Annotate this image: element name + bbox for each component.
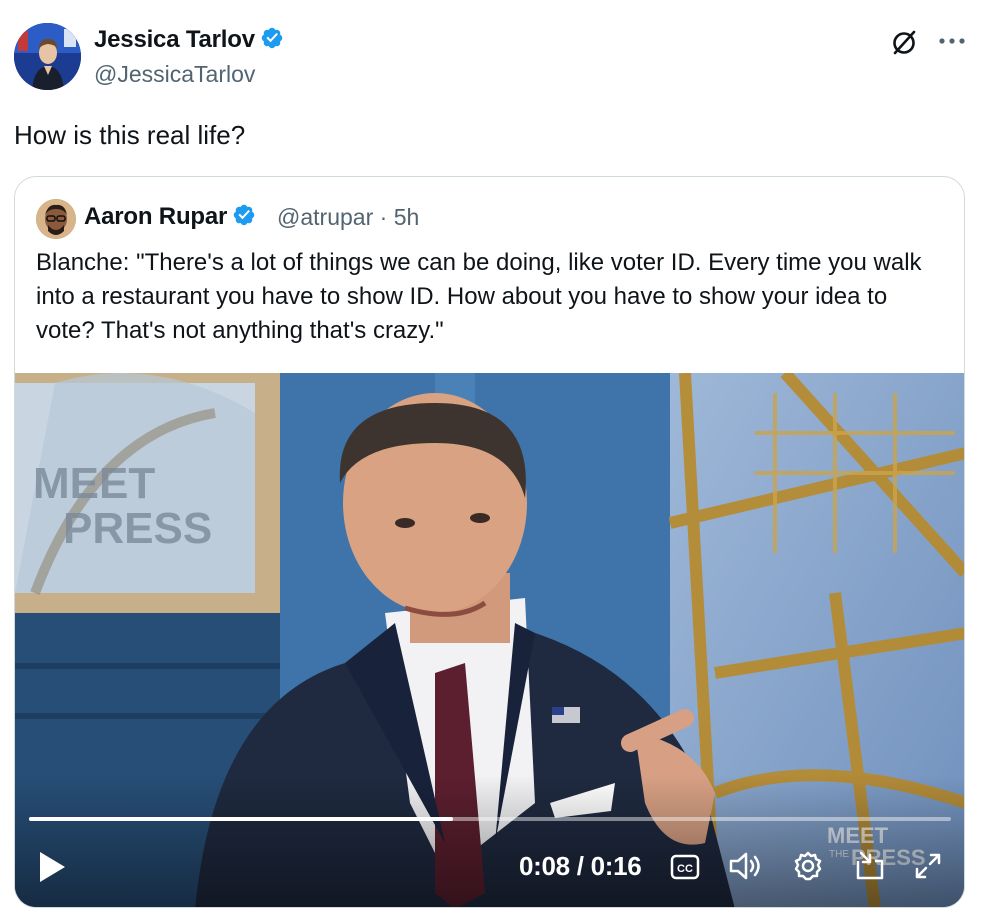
quoted-tweet-text: Blanche: "There's a lot of things we can…: [36, 249, 922, 344]
more-icon[interactable]: [936, 28, 968, 54]
video-player[interactable]: MEET PRESS: [15, 373, 964, 907]
fullscreen-icon[interactable]: [913, 851, 943, 881]
quoted-author-avatar[interactable]: [36, 199, 76, 239]
author-avatar[interactable]: [14, 23, 81, 90]
video-frame: MEET PRESS: [15, 373, 964, 907]
svg-text:CC: CC: [677, 863, 693, 875]
volume-icon[interactable]: [727, 849, 763, 883]
settings-icon[interactable]: [791, 849, 825, 883]
author-handle[interactable]: @JessicaTarlov: [94, 61, 255, 88]
author-name[interactable]: Jessica Tarlov: [94, 26, 284, 54]
verified-badge-icon: [233, 204, 255, 226]
verified-badge-icon: [261, 27, 283, 49]
tweet-text: How is this real life?: [14, 120, 246, 150]
meta-separator: ·: [379, 204, 388, 230]
quoted-author-meta: @atrupar · 5h: [277, 204, 419, 231]
video-progress-bar[interactable]: [29, 817, 951, 821]
quoted-author-name[interactable]: Aaron Rupar: [84, 203, 256, 231]
video-progress-fill: [29, 817, 454, 821]
captions-icon[interactable]: CC: [669, 851, 701, 883]
play-icon[interactable]: [37, 850, 67, 884]
quoted-timestamp[interactable]: 5h: [394, 204, 420, 230]
grok-icon[interactable]: [888, 26, 920, 58]
video-time: 0:08 / 0:16: [519, 851, 642, 881]
quoted-tweet[interactable]: Aaron Rupar @atrupar · 5h Blanche: "Ther…: [14, 176, 965, 908]
picture-in-picture-icon[interactable]: [853, 849, 887, 883]
duration: 0:16: [590, 851, 642, 881]
current-time: 0:08: [519, 851, 570, 881]
quoted-author-handle[interactable]: @atrupar: [277, 204, 373, 230]
